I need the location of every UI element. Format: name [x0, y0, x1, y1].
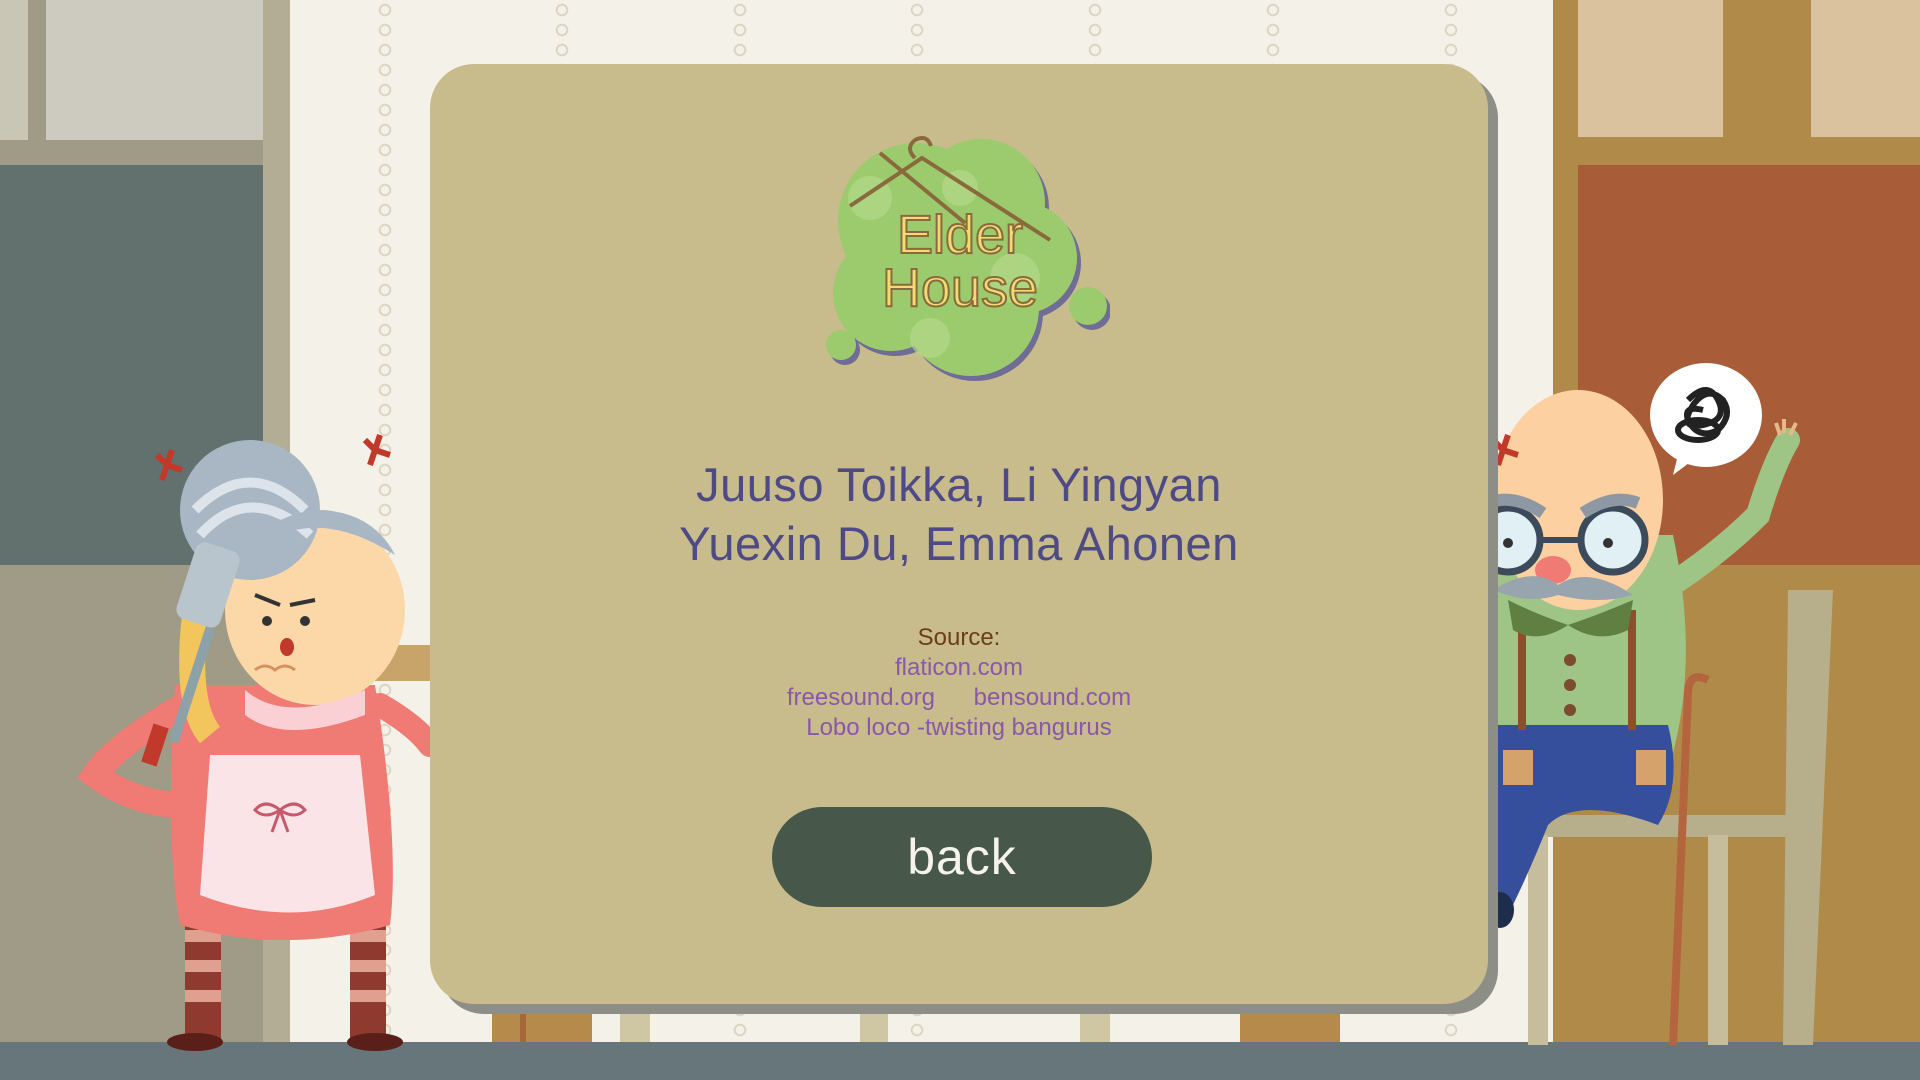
- logo-text-house: House: [882, 258, 1038, 318]
- source-label: Source:: [917, 624, 1001, 651]
- source-line-2: freesound.org bensound.com: [430, 684, 1488, 712]
- angry-grandmother-character: [77, 434, 435, 1051]
- source-line-1: flaticon.com: [430, 654, 1488, 682]
- source-link-freesound: freesound.org: [786, 684, 935, 711]
- logo-text-elder: Elder: [897, 205, 1023, 265]
- angry-grandfather-character: [1488, 363, 1833, 1046]
- back-button[interactable]: back: [772, 807, 1152, 907]
- source-link-flaticon: flaticon.com: [894, 654, 1024, 681]
- source-line-3: Lobo loco -twisting bangurus: [430, 714, 1488, 742]
- credits-line-1: Juuso Toikka, Li Yingyan: [696, 458, 1222, 511]
- source-link-bensound: bensound.com: [973, 684, 1132, 711]
- credits-line-2: Yuexin Du, Emma Ahonen: [679, 517, 1239, 570]
- elder-house-logo: Elder House: [826, 136, 1110, 381]
- source-music-credit: Lobo loco -twisting bangurus: [806, 714, 1112, 741]
